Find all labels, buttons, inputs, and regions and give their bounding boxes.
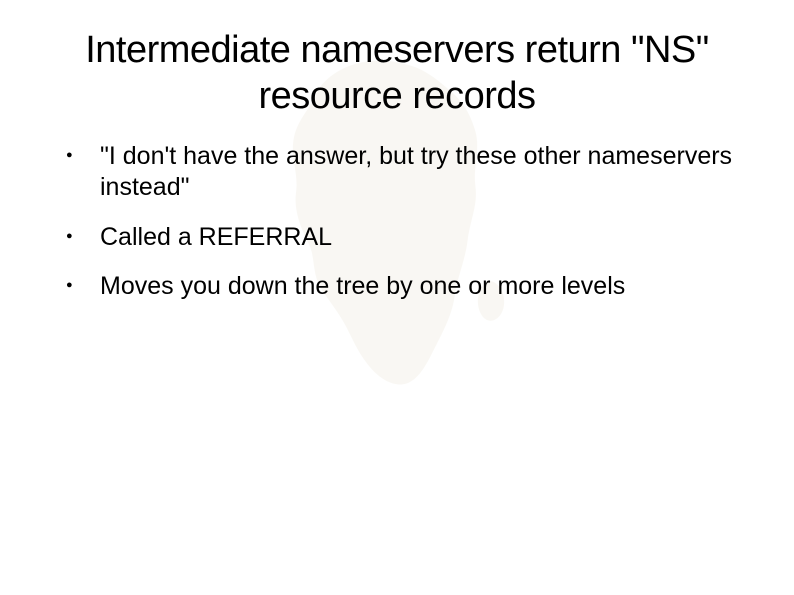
slide-title: Intermediate nameservers return "NS" res…	[60, 28, 734, 119]
bullet-list: "I don't have the answer, but try these …	[60, 141, 734, 320]
bullet-item: Called a REFERRAL	[66, 222, 734, 271]
bullet-item: Moves you down the tree by one or more l…	[66, 271, 734, 320]
slide-content: Intermediate nameservers return "NS" res…	[0, 0, 794, 595]
bullet-item: "I don't have the answer, but try these …	[66, 141, 734, 222]
